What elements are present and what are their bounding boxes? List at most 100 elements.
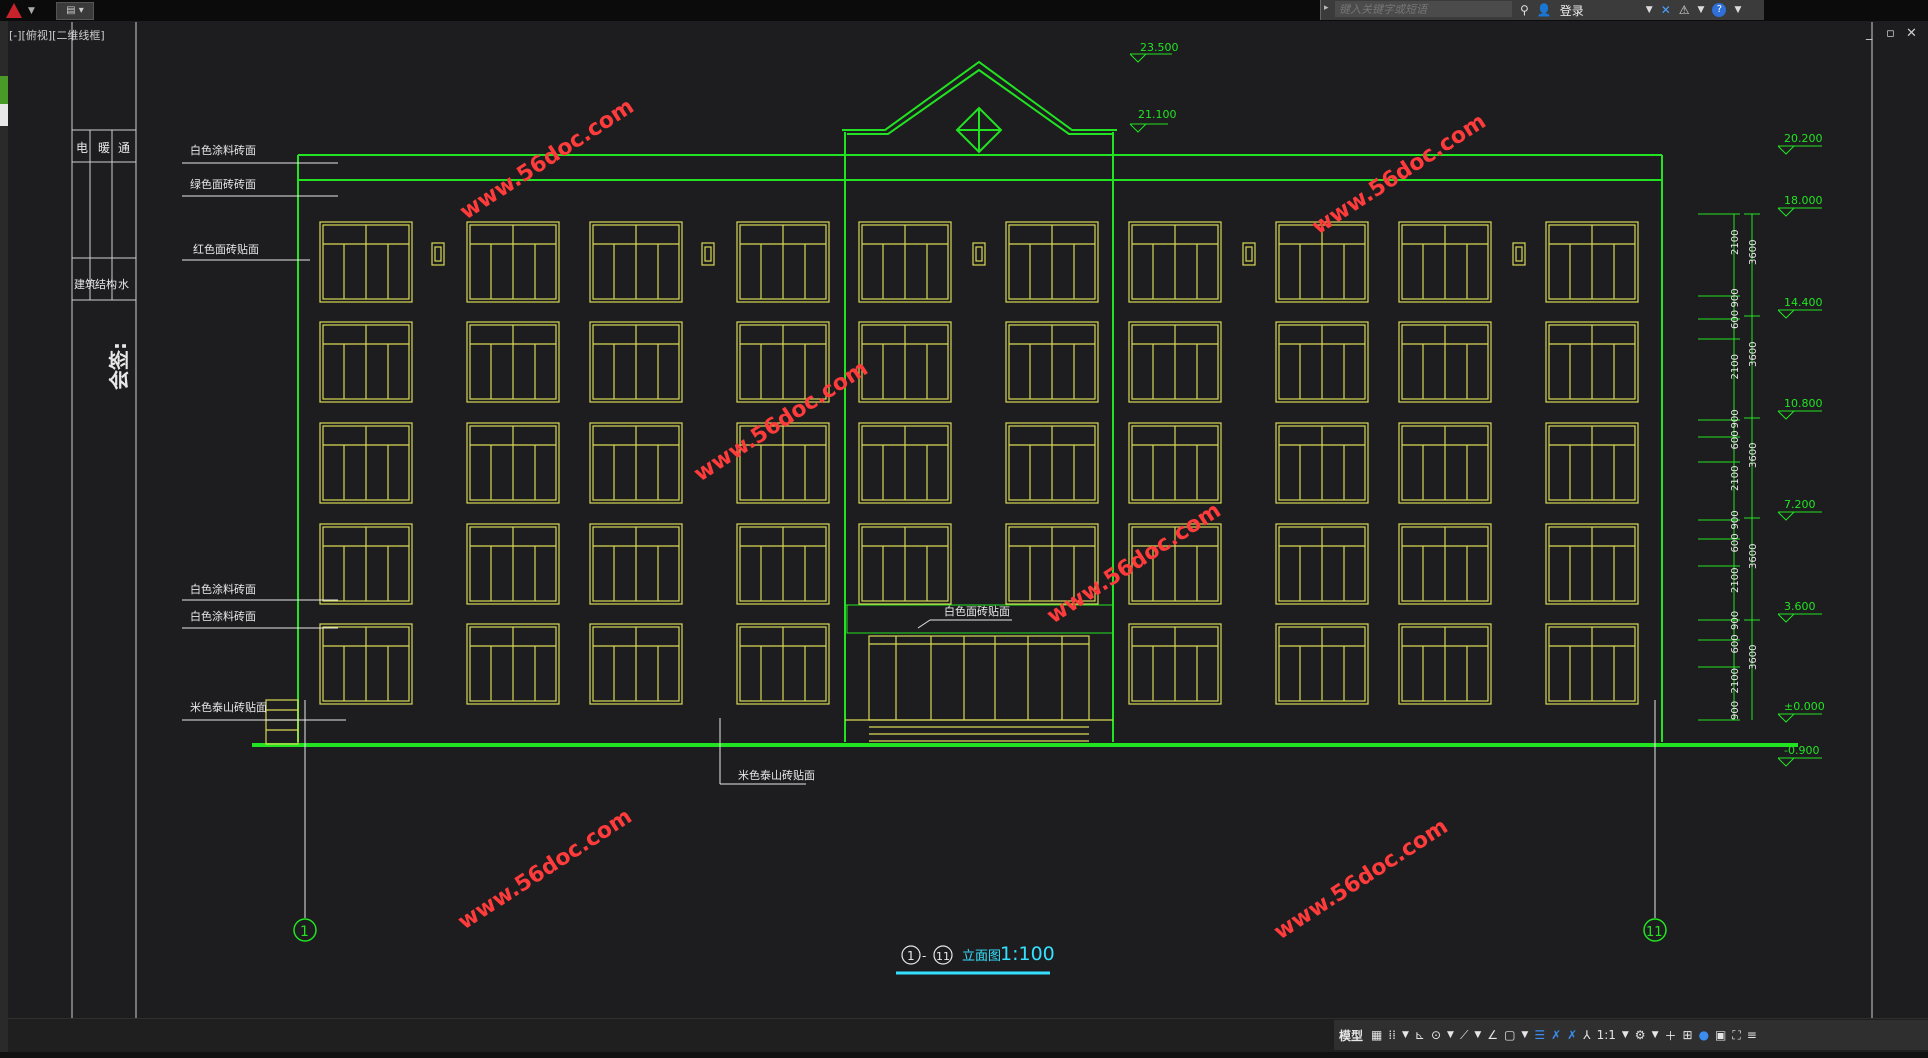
window — [1545, 623, 1639, 705]
drawing-title: 1 - 11 立面图 1:100 — [896, 943, 1055, 975]
a360-icon[interactable]: ⚠ — [1679, 3, 1690, 17]
snap-mode-icon[interactable]: ⁞⁞ — [1388, 1024, 1396, 1046]
chevron-down-icon[interactable]: ▼ — [1622, 1024, 1629, 1046]
drawing-canvas[interactable]: 电 暖 通 建筑 结构 水 会签: 白色涂料砖面 绿色面砖砖面 红色面砖贴面 白… — [0, 0, 1928, 1058]
plus-icon[interactable]: ＋ — [1664, 1024, 1676, 1046]
quick-properties-icon[interactable]: ⊞ — [1683, 1024, 1693, 1046]
window — [1005, 321, 1099, 403]
menu-icon[interactable]: ≡ — [1747, 1024, 1757, 1046]
chevron-down-icon[interactable]: ▼ — [1646, 5, 1653, 15]
window — [1398, 422, 1492, 504]
gear-icon[interactable]: ⚙ — [1635, 1024, 1646, 1046]
annotation-visibility-icon[interactable]: ✗ — [1551, 1024, 1561, 1046]
chevron-down-icon[interactable]: ▼ — [1652, 1024, 1659, 1046]
bottom-strip — [0, 1052, 1928, 1058]
object-snap-icon[interactable]: ▢ — [1504, 1024, 1515, 1046]
dimension-inner-label: 2100 — [1730, 568, 1741, 593]
side-tab-white — [0, 104, 8, 126]
window — [1275, 422, 1369, 504]
window — [736, 523, 830, 605]
dimension-outer-label: 3600 — [1748, 240, 1759, 265]
callout-3: 红色面砖贴面 — [193, 242, 259, 256]
axis-bubble-left: 1 — [293, 918, 317, 942]
dimension-inner-label: 900 — [1730, 288, 1741, 307]
elevation-top-2: 21.100 — [1138, 108, 1177, 121]
chevron-down-icon[interactable]: ▼ — [1698, 5, 1705, 15]
elevation-right-label: 10.800 — [1784, 397, 1823, 410]
binoculars-icon[interactable]: ⚲ — [1520, 3, 1529, 17]
window — [466, 321, 560, 403]
title-block-header-1: 电 — [76, 141, 88, 155]
chevron-down-icon[interactable]: ▼ — [1402, 1024, 1409, 1046]
auto-scale-icon[interactable]: ✗ — [1567, 1024, 1577, 1046]
dimension-inner-label: 2100 — [1730, 230, 1741, 255]
dimension-outer-label: 3600 — [1748, 645, 1759, 670]
window — [589, 422, 683, 504]
watermark-text: www.56doc.com — [1270, 814, 1453, 945]
vent-ornament — [1512, 242, 1526, 266]
chevron-down-icon[interactable]: ▼ — [1734, 5, 1741, 15]
dimension-outer-label: 3600 — [1748, 342, 1759, 367]
chevron-down-icon[interactable]: ▼ — [1521, 1024, 1528, 1046]
window — [736, 623, 830, 705]
window — [1128, 623, 1222, 705]
minimize-icon[interactable]: _ — [1866, 26, 1873, 41]
dimension-inner-label: 600 — [1730, 634, 1741, 653]
search-input[interactable] — [1335, 1, 1515, 17]
dimension-inner-label: 2100 — [1730, 668, 1741, 693]
title-block-discipline-3: 水 — [118, 278, 129, 291]
infocenter-toolbar: ⚲ 👤 登录 ▼ ✕ ⚠ ▼ ? ▼ — [1512, 0, 1764, 20]
close-icon[interactable]: ✕ — [1906, 26, 1917, 41]
expand-arrow-icon[interactable]: ▸ — [1324, 3, 1329, 13]
isolate-objects-icon[interactable]: ● — [1699, 1024, 1709, 1046]
entrance-doors — [265, 635, 1113, 745]
dimension-inner-label: 900 — [1730, 510, 1741, 529]
window — [1545, 422, 1639, 504]
dimension-inner-label: 600 — [1730, 430, 1741, 449]
elevation-top-1: 23.500 — [1140, 41, 1179, 54]
window — [1545, 321, 1639, 403]
hardware-acceleration-icon[interactable]: ▣ — [1715, 1024, 1726, 1046]
window — [858, 422, 952, 504]
chevron-down-icon[interactable]: ▼ — [1447, 1024, 1454, 1046]
exchange-icon[interactable]: ✕ — [1661, 3, 1671, 17]
window — [589, 623, 683, 705]
window — [1275, 321, 1369, 403]
elevation-right-label: ±0.000 — [1784, 700, 1825, 713]
window — [858, 221, 952, 303]
elevation-right-label: 14.400 — [1784, 296, 1823, 309]
polar-tracking-icon[interactable]: ⊙ — [1431, 1024, 1441, 1046]
clean-screen-icon[interactable]: ⛶ — [1732, 1024, 1740, 1046]
isodraft-icon[interactable]: ⟋ — [1460, 1024, 1468, 1046]
help-icon[interactable]: ? — [1712, 3, 1727, 17]
window — [858, 523, 952, 605]
restore-icon[interactable]: ▫ — [1886, 26, 1895, 41]
grid-display-icon[interactable]: ▦ — [1371, 1024, 1382, 1046]
callout-5: 白色涂料砖面 — [190, 609, 256, 623]
object-snap-tracking-icon[interactable]: ∠ — [1487, 1024, 1498, 1046]
title-block — [71, 22, 1873, 1018]
building-outline — [252, 60, 1798, 747]
window-grid — [319, 221, 1639, 705]
title-block-header-2: 暖 — [98, 141, 110, 155]
quick-access-toolbar[interactable]: ▤ ▾ — [56, 2, 94, 20]
vent-ornament — [972, 242, 986, 266]
callout-leaders-left — [182, 162, 1012, 785]
lineweight-icon[interactable]: ☰ — [1534, 1024, 1545, 1046]
title-block-text: 电 暖 通 建筑 结构 水 会签: — [74, 141, 131, 390]
window — [589, 321, 683, 403]
watermark-text: www.56doc.com — [454, 804, 637, 935]
annotation-scale-icon[interactable]: ⅄ — [1583, 1024, 1590, 1046]
window — [1128, 321, 1222, 403]
infer-constraints-icon[interactable]: ⊾ — [1415, 1024, 1425, 1046]
viewport-controls[interactable]: [-][俯视][二维线框] — [9, 27, 105, 43]
axis-left-label: 1 — [300, 924, 309, 940]
user-icon[interactable]: 👤 — [1537, 3, 1552, 17]
application-menu-button[interactable]: ▼ — [2, 1, 46, 20]
chevron-down-icon[interactable]: ▼ — [1474, 1024, 1481, 1046]
window — [1398, 221, 1492, 303]
scale-selector[interactable]: 1:1 — [1597, 1024, 1616, 1046]
login-button[interactable]: 登录 — [1560, 2, 1584, 19]
callout-2: 绿色面砖砖面 — [190, 177, 256, 191]
model-space-button[interactable]: 模型 — [1337, 1024, 1365, 1046]
